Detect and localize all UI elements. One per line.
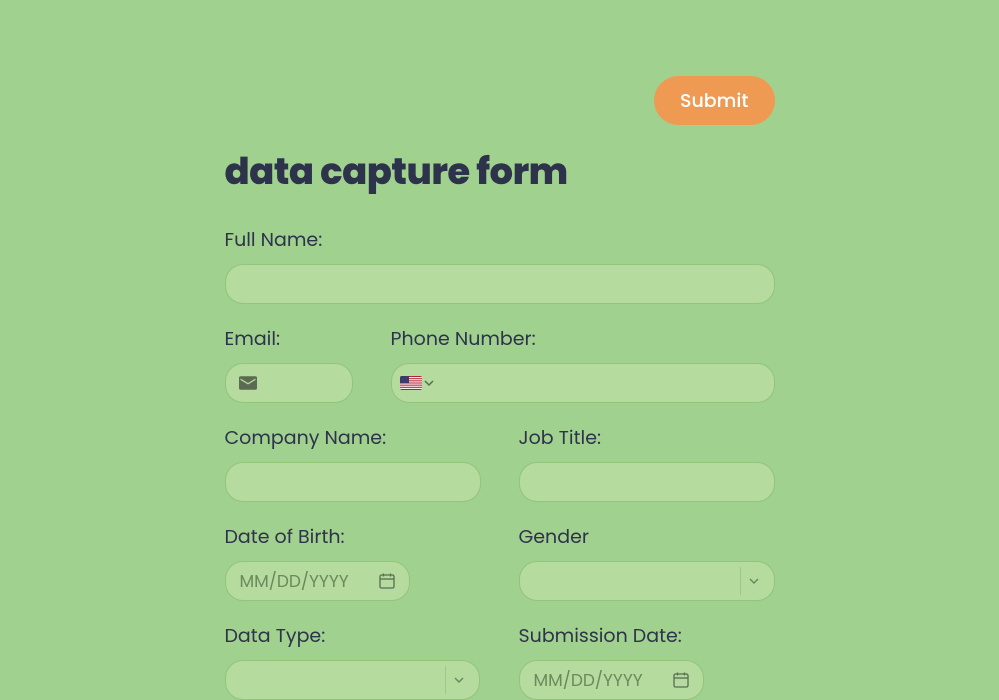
- dob-label: Date of Birth:: [225, 522, 481, 551]
- submission-date-placeholder: MM/DD/YYYY: [534, 667, 643, 693]
- email-input[interactable]: [225, 363, 353, 403]
- full-name-input[interactable]: [225, 264, 775, 304]
- gender-select[interactable]: [519, 561, 775, 601]
- country-flag-dropdown[interactable]: [400, 376, 434, 390]
- page-title: data capture form: [225, 143, 775, 199]
- data-type-label: Data Type:: [225, 621, 481, 650]
- submit-button[interactable]: Submit: [654, 76, 775, 125]
- email-label: Email:: [225, 324, 353, 353]
- chevron-down-icon: [445, 666, 473, 694]
- job-title-input[interactable]: [519, 462, 775, 502]
- dob-input[interactable]: MM/DD/YYYY: [225, 561, 410, 601]
- company-label: Company Name:: [225, 423, 481, 452]
- data-type-select[interactable]: [225, 660, 480, 700]
- company-input[interactable]: [225, 462, 481, 502]
- phone-input[interactable]: [438, 364, 760, 402]
- submission-date-input[interactable]: MM/DD/YYYY: [519, 660, 704, 700]
- chevron-down-icon: [740, 567, 768, 595]
- dob-placeholder: MM/DD/YYYY: [240, 568, 349, 594]
- gender-label: Gender: [519, 522, 775, 551]
- phone-input-wrap[interactable]: [391, 363, 775, 403]
- phone-label: Phone Number:: [391, 324, 775, 353]
- us-flag-icon: [400, 376, 422, 390]
- calendar-icon: [379, 573, 395, 589]
- submission-date-label: Submission Date:: [519, 621, 775, 650]
- chevron-down-icon: [424, 378, 434, 388]
- job-title-label: Job Title:: [519, 423, 775, 452]
- calendar-icon: [673, 672, 689, 688]
- full-name-label: Full Name:: [225, 225, 775, 254]
